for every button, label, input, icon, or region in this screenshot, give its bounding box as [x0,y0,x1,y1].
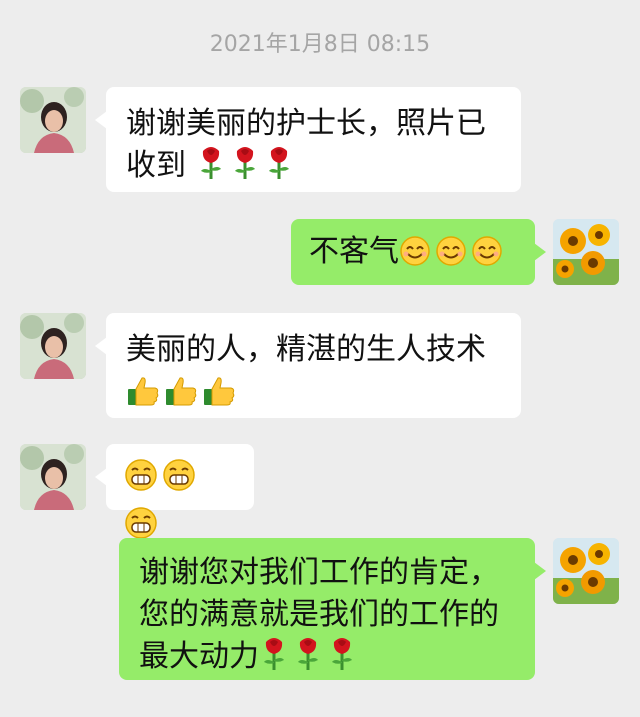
my-avatar[interactable] [553,219,619,285]
rose-icon [264,145,294,193]
grin-icon [162,458,196,504]
smile-icon [471,235,503,279]
rose-icon [327,636,357,684]
thumbs-up-icon [164,375,198,419]
thumbs-up-icon [126,375,160,419]
thumbs-up-icon [202,375,236,419]
message-bubble-outgoing[interactable]: 不客气 [291,219,546,285]
rose-icon [230,145,260,193]
my-avatar[interactable] [553,538,619,604]
sender-avatar[interactable] [20,313,86,379]
message-bubble-outgoing[interactable]: 谢谢您对我们工作的肯定，您的满意就是我们的工作的最大动力 [119,538,546,680]
rose-icon [259,636,289,684]
chat-timestamp: 2021年1月8日 08:15 [209,32,431,57]
message-bubble-incoming[interactable]: 谢谢美丽的护士长，照片已收到 [95,87,521,193]
message-text: 不客气 [309,234,399,269]
sender-avatar[interactable] [20,87,86,153]
rose-icon [293,636,323,684]
smile-icon [435,235,467,279]
rose-icon [196,145,226,193]
message-bubble-incoming[interactable] [95,444,254,539]
smile-icon [399,235,431,279]
message-text: 美丽的人，精湛的生人技术 [126,332,486,367]
grin-icon [124,458,158,504]
message-text: 谢谢美丽的护士长，照片已收到 [126,106,486,183]
message-bubble-incoming[interactable]: 美丽的人，精湛的生人技术 [95,313,521,419]
sender-avatar[interactable] [20,444,86,510]
